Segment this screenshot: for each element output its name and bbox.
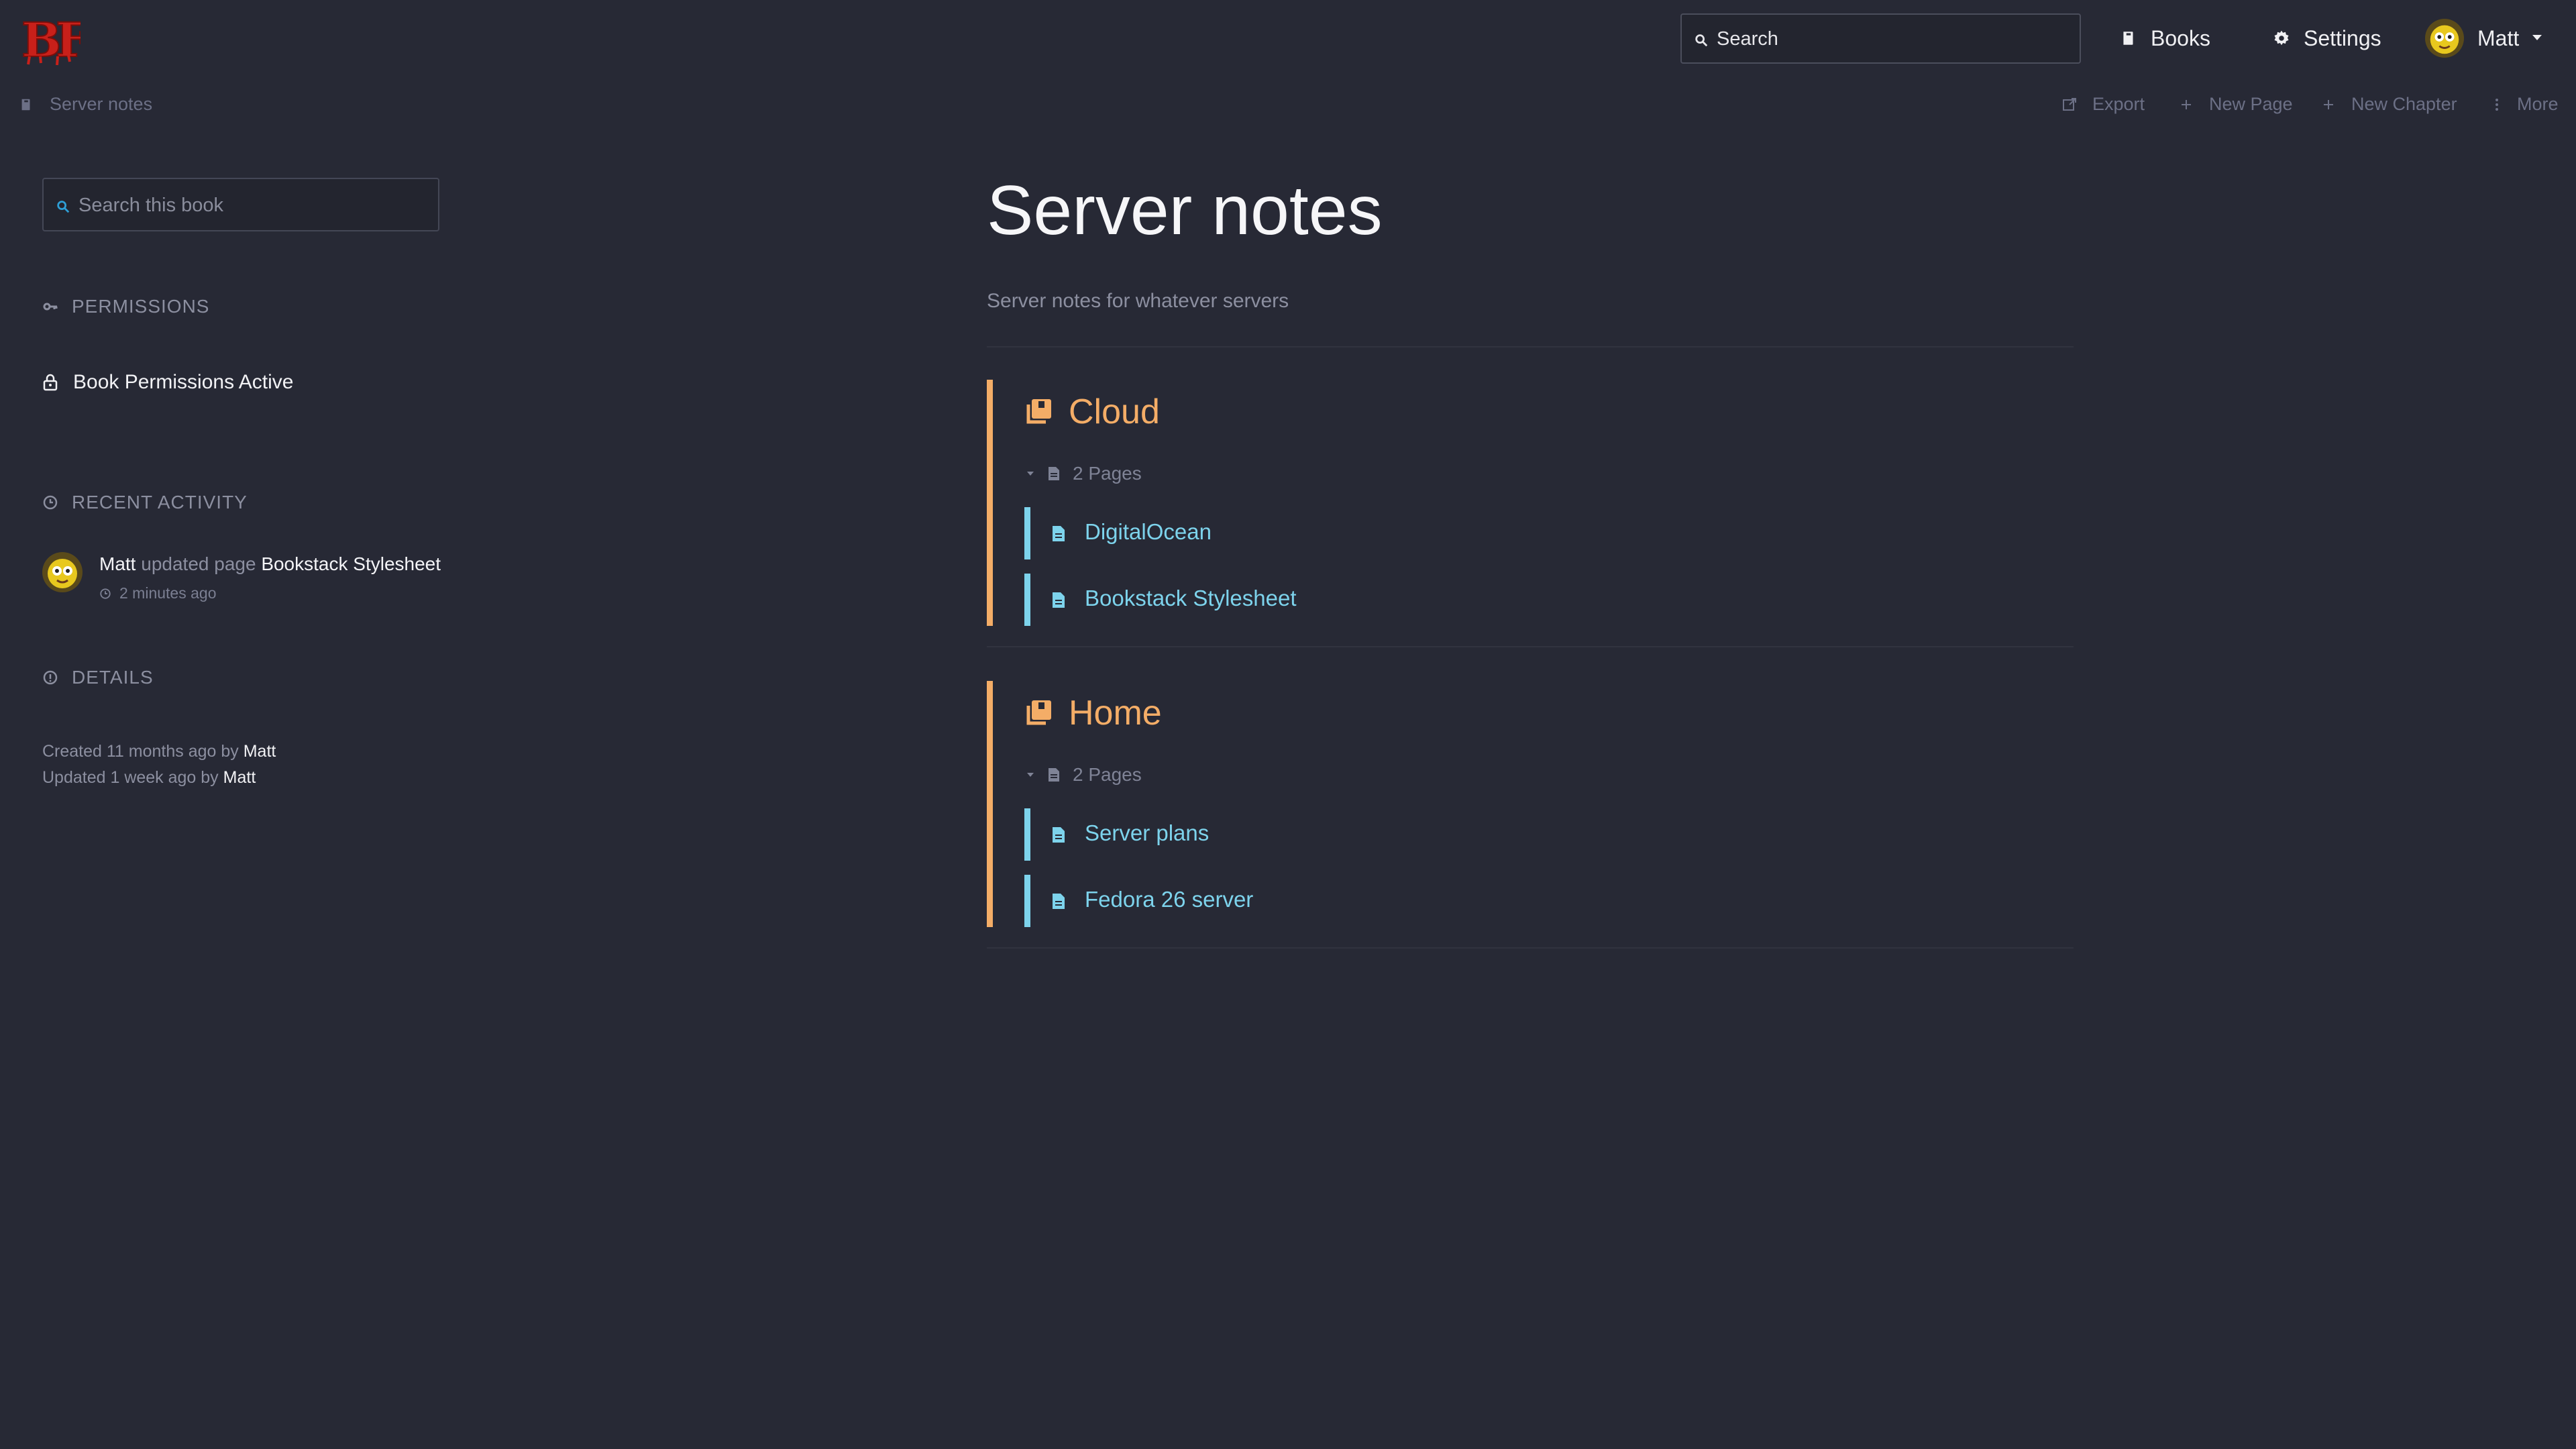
chapter-accent-bar [987,681,993,927]
permissions-status-label: Book Permissions Active [73,371,294,393]
activity-text: Matt updated page Bookstack Stylesheet [99,553,441,575]
caret-down-icon [1026,469,1035,478]
chapter-title: Cloud [1069,392,1160,431]
book-search-input[interactable] [77,179,429,231]
page-accent-bar [1024,808,1030,861]
chapter-title-link[interactable]: Home [1024,693,1162,733]
page-link[interactable]: Server plans [1085,820,1209,846]
book-description: Server notes for whatever servers [987,290,1289,312]
page-icon [1051,893,1066,910]
export-button[interactable]: Export [2061,94,2145,115]
chapter-home: Home 2 Pages Server plans Fedora 26 serv… [987,681,2074,927]
divider [987,346,2074,347]
page-title: Server notes [987,172,1383,250]
gear-icon [2273,30,2290,47]
chapter-title: Home [1069,694,1162,733]
chapter-pages-toggle[interactable]: 2 Pages [1026,463,1142,484]
clock-icon [42,494,58,511]
created-line: Created 11 months ago by Matt [42,739,276,765]
search-icon [1694,33,1709,48]
user-menu[interactable]: Matt [2425,17,2542,59]
lock-icon [42,374,58,391]
activity-target-link[interactable]: Bookstack Stylesheet [261,553,441,574]
plus-icon [2320,97,2337,113]
page-icon [1051,525,1066,542]
book-details: Created 11 months ago by Matt Updated 1 … [42,739,276,791]
book-icon [19,97,34,112]
chapter-cloud: Cloud 2 Pages DigitalOcean Bookstack Sty… [987,380,2074,626]
key-icon [42,299,58,315]
avatar[interactable] [42,552,83,592]
recent-activity-title: RECENT ACTIVITY [72,492,248,513]
activity-time: 2 minutes ago [99,584,216,602]
chapter-title-link[interactable]: Cloud [1024,392,1160,432]
page-link[interactable]: Fedora 26 server [1085,887,1253,912]
user-avatar [2425,19,2464,58]
divider [987,947,2074,949]
new-chapter-label: New Chapter [2351,94,2457,114]
recent-activity-heading: RECENT ACTIVITY [42,492,248,513]
info-icon [42,669,58,686]
book-search[interactable] [42,178,439,231]
plus-icon [2178,97,2194,113]
chapter-accent-bar [987,380,993,626]
user-name: Matt [2477,25,2520,50]
chapter-pages-toggle[interactable]: 2 Pages [1026,764,1142,786]
page-accent-bar [1024,875,1030,927]
page-item[interactable]: Bookstack Stylesheet [1024,574,1427,626]
page-accent-bar [1024,507,1030,559]
updated-text: Updated 1 week ago by [42,768,219,787]
more-menu-button[interactable]: More [2489,94,2559,115]
more-label: More [2517,94,2559,114]
top-header: BF Books Settings Matt [0,0,2576,79]
pages-count: 2 Pages [1073,463,1142,484]
search-icon [56,199,70,214]
nav-books-link[interactable]: Books [2120,20,2210,56]
page-accent-bar [1024,574,1030,626]
details-title: DETAILS [72,667,154,688]
page-item[interactable]: Fedora 26 server [1024,875,1427,927]
activity-action: updated page [141,553,256,574]
page-link[interactable]: Bookstack Stylesheet [1085,586,1297,611]
export-label: Export [2092,94,2145,114]
divider [987,646,2074,647]
site-logo[interactable]: BF [20,12,80,66]
more-vertical-icon [2489,97,2505,113]
breadcrumb-book-label: Server notes [50,94,153,114]
page-icon [1047,466,1061,481]
breadcrumb[interactable]: Server notes [19,94,152,115]
nav-settings-label: Settings [2304,25,2381,50]
export-icon [2061,97,2078,113]
updated-line: Updated 1 week ago by Matt [42,765,276,791]
global-search[interactable] [1680,13,2081,64]
chapter-icon [1024,699,1053,727]
chevron-down-icon [2532,35,2542,42]
page-link[interactable]: DigitalOcean [1085,519,1212,545]
nav-books-label: Books [2151,25,2210,50]
page-icon [1051,826,1066,843]
page-icon [1051,592,1066,608]
page-item[interactable]: Server plans [1024,808,1427,861]
caret-down-icon [1026,770,1035,780]
updated-by-link[interactable]: Matt [223,768,256,787]
global-search-input[interactable] [1715,15,2074,64]
details-heading: DETAILS [42,667,154,688]
page-icon [1047,767,1061,782]
book-icon [2120,30,2137,47]
created-by-link[interactable]: Matt [244,742,276,761]
permissions-heading: PERMISSIONS [42,296,209,317]
clock-icon [99,588,111,600]
nav-settings-link[interactable]: Settings [2273,20,2381,56]
created-text: Created 11 months ago by [42,742,239,761]
new-chapter-button[interactable]: New Chapter [2320,94,2457,115]
permissions-status[interactable]: Book Permissions Active [42,371,293,394]
pages-count: 2 Pages [1073,764,1142,785]
page-item[interactable]: DigitalOcean [1024,507,1427,559]
activity-time-label: 2 minutes ago [119,584,217,602]
chapter-icon [1024,398,1053,426]
new-page-button[interactable]: New Page [2178,94,2293,115]
activity-user-link[interactable]: Matt [99,553,136,574]
new-page-label: New Page [2209,94,2293,114]
permissions-title: PERMISSIONS [72,296,210,317]
